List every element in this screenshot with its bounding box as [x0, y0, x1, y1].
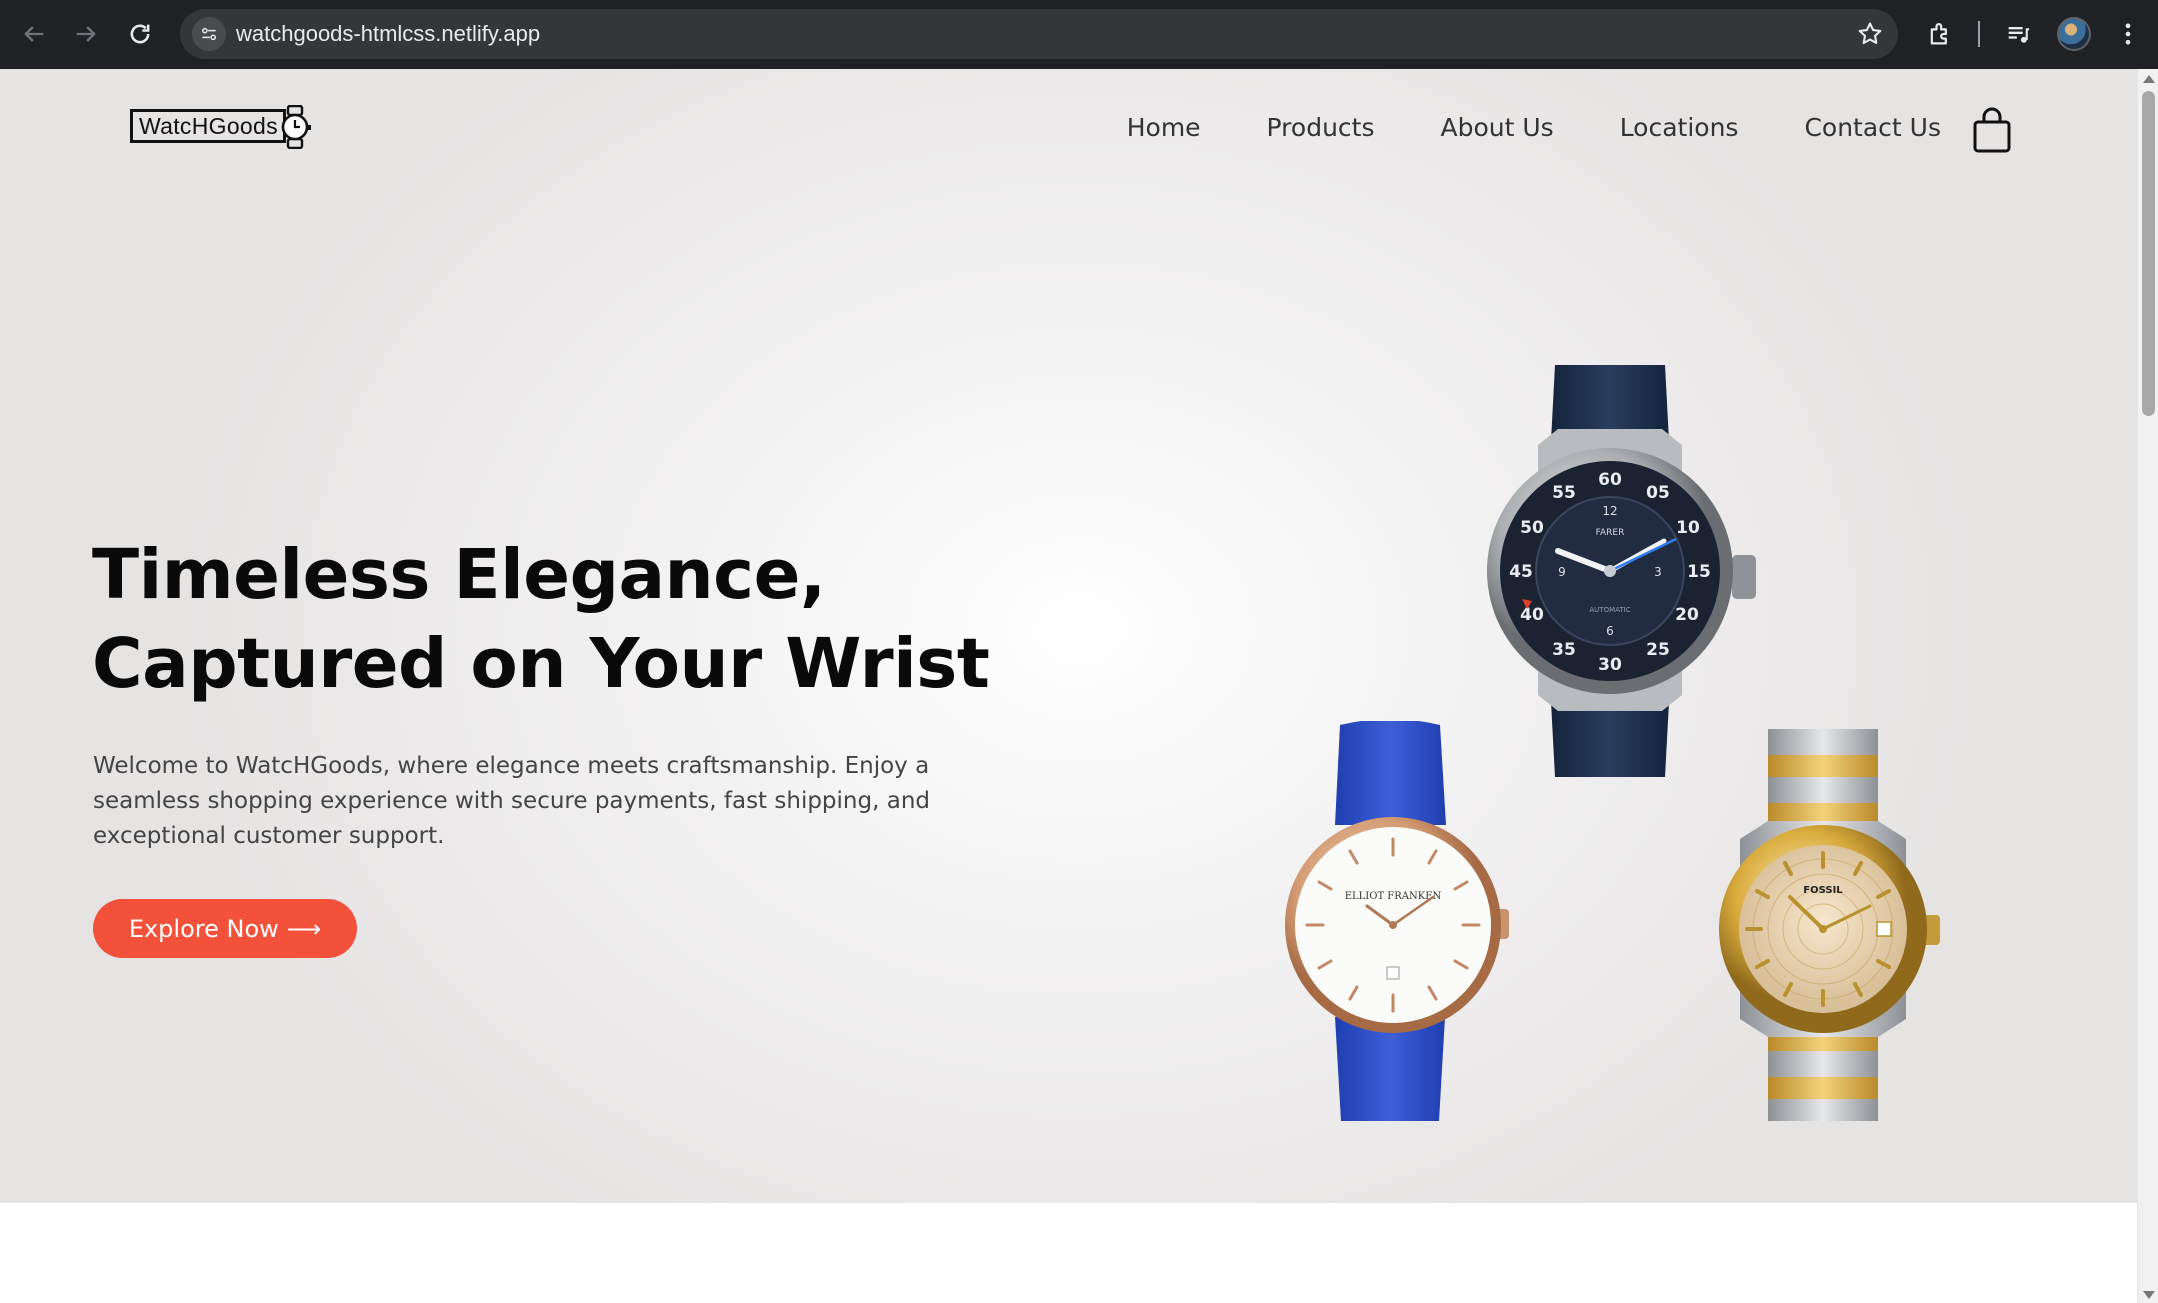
rose-gold-leather-watch-image: ELLIOT FRANKEN [1285, 719, 1511, 1121]
svg-text:30: 30 [1598, 655, 1622, 675]
scroll-up-arrow-icon[interactable] [2143, 75, 2155, 83]
browser-toolbar: watchgoods-htmlcss.netlify.app [0, 0, 2158, 69]
bookmark-star-icon[interactable] [1856, 20, 1884, 48]
back-icon [24, 26, 44, 42]
explore-now-label: Explore Now [128, 914, 279, 943]
logo-text: WatcHGoods [139, 112, 278, 139]
back-button[interactable] [12, 12, 56, 56]
nav-about-us[interactable]: About Us [1441, 113, 1554, 142]
nav-contact-us[interactable]: Contact Us [1804, 113, 1941, 142]
svg-text:05: 05 [1646, 483, 1670, 503]
kebab-menu-icon [2125, 23, 2131, 45]
logo-frame: WatcHGoods [130, 109, 286, 143]
extensions-icon [1930, 23, 1947, 45]
svg-text:10: 10 [1676, 518, 1700, 538]
scrollbar-thumb[interactable] [2142, 91, 2155, 416]
arrow-right-icon: ⟶ [286, 914, 322, 943]
scroll-down-arrow-icon[interactable] [2143, 1291, 2155, 1299]
hero-title: Timeless Elegance, Captured on Your Wris… [92, 531, 1072, 709]
media-controls-button[interactable] [1996, 12, 2040, 56]
shopping-bag-icon[interactable] [1972, 107, 2012, 153]
profile-avatar[interactable] [2057, 17, 2091, 51]
toolbar-divider [1978, 21, 1980, 47]
navy-field-watch-image: 60 05 10 15 20 25 30 35 40 45 50 55 12 3 6 9 FARER … [1480, 365, 1770, 777]
reload-button[interactable] [118, 12, 162, 56]
svg-text:12: 12 [1602, 504, 1617, 518]
hero-section: WatcHGoods Home Products About Us Locati… [0, 69, 2137, 1203]
site-settings-icon[interactable] [192, 17, 226, 51]
main-nav: Home Products About Us Locations Contact… [1127, 113, 1941, 142]
svg-text:3: 3 [1654, 565, 1662, 579]
address-bar[interactable]: watchgoods-htmlcss.netlify.app [180, 9, 1898, 59]
media-controls-icon [2008, 27, 2030, 43]
extensions-button[interactable] [1918, 12, 1962, 56]
forward-button[interactable] [64, 12, 108, 56]
svg-text:40: 40 [1520, 605, 1544, 625]
svg-text:FARER: FARER [1596, 528, 1625, 538]
svg-text:6: 6 [1606, 624, 1614, 638]
explore-now-button[interactable]: Explore Now ⟶ [93, 899, 357, 958]
svg-text:15: 15 [1687, 562, 1711, 582]
svg-text:AUTOMATIC: AUTOMATIC [1589, 606, 1630, 614]
page-scrollbar[interactable] [2137, 69, 2158, 1303]
svg-text:50: 50 [1520, 518, 1544, 538]
svg-text:55: 55 [1552, 483, 1576, 503]
nav-locations[interactable]: Locations [1620, 113, 1739, 142]
svg-text:9: 9 [1558, 565, 1566, 579]
page-viewport: WatcHGoods Home Products About Us Locati… [0, 69, 2137, 1303]
hero-title-line-1: Timeless Elegance, [92, 535, 826, 615]
svg-text:35: 35 [1552, 640, 1576, 660]
watch-logo-icon [281, 105, 311, 149]
url-text[interactable]: watchgoods-htmlcss.netlify.app [236, 9, 540, 59]
forward-icon [76, 26, 96, 42]
nav-home[interactable]: Home [1127, 113, 1201, 142]
reload-icon [130, 24, 150, 44]
svg-text:FOSSIL: FOSSIL [1803, 885, 1843, 896]
next-section [0, 1203, 2137, 1303]
site-logo[interactable]: WatcHGoods [130, 105, 312, 149]
hero-description: Welcome to WatcHGoods, where elegance me… [93, 753, 930, 849]
browser-menu-button[interactable] [2106, 12, 2150, 56]
nav-products[interactable]: Products [1267, 113, 1375, 142]
svg-text:45: 45 [1509, 562, 1533, 582]
gold-bracelet-watch-image: FOSSIL [1710, 729, 1942, 1121]
svg-text:25: 25 [1646, 640, 1670, 660]
svg-text:60: 60 [1598, 470, 1622, 490]
svg-text:20: 20 [1675, 605, 1699, 625]
hero-title-line-2: Captured on Your Wrist [92, 624, 990, 704]
